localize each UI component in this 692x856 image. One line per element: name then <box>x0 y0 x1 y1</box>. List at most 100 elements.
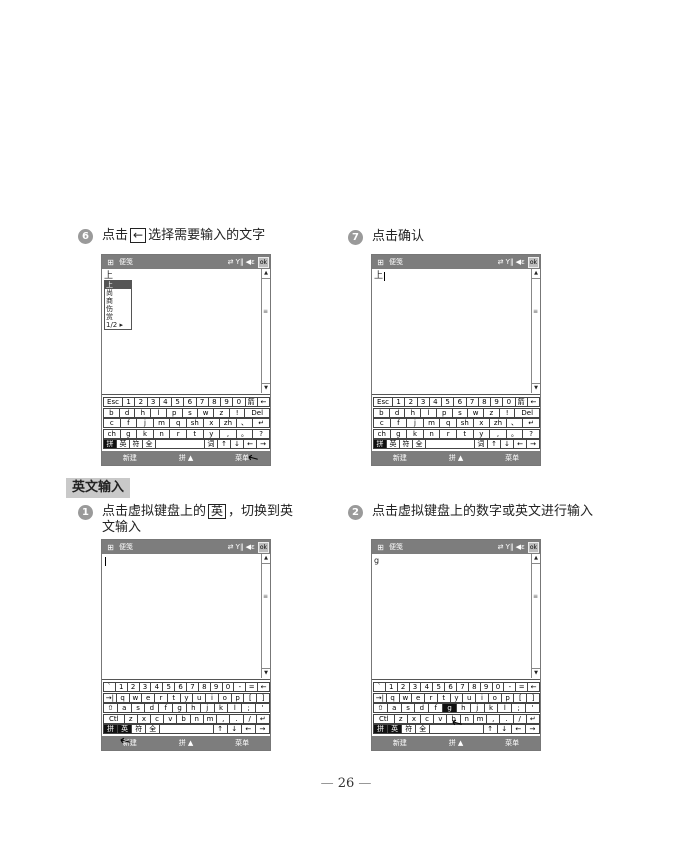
key-l[interactable]: l <box>150 407 167 418</box>
key-0[interactable]: 0 <box>232 397 246 407</box>
space-key[interactable] <box>425 439 475 450</box>
key-g[interactable]: g <box>119 428 138 439</box>
key-][interactable]: ] <box>256 692 270 703</box>
key-y[interactable]: y <box>202 428 221 439</box>
key-←[interactable]: ← <box>513 439 527 450</box>
key-;[interactable]: ; <box>241 703 257 714</box>
key-s[interactable]: s <box>400 703 416 714</box>
key-↵[interactable]: ↵ <box>255 713 270 724</box>
key-![interactable]: ! <box>498 407 516 418</box>
key-、[interactable]: 、 <box>235 418 254 429</box>
key-x[interactable]: x <box>202 418 221 429</box>
key-↵[interactable]: ↵ <box>252 418 270 429</box>
key-z[interactable]: z <box>123 713 138 724</box>
key-c[interactable]: c <box>420 713 435 724</box>
new-softkey[interactable]: 新建 <box>393 738 407 748</box>
key-3[interactable]: 3 <box>416 397 430 407</box>
key-g[interactable]: g <box>389 428 408 439</box>
key-8[interactable]: 8 <box>207 397 221 407</box>
key-.[interactable]: . <box>499 713 514 724</box>
key-s[interactable]: s <box>451 407 469 418</box>
key-m[interactable]: m <box>202 713 218 724</box>
key-1[interactable]: 1 <box>122 397 136 407</box>
key-→|[interactable]: →| <box>103 692 117 703</box>
key-x[interactable]: x <box>472 418 491 429</box>
key-Esc[interactable]: Esc <box>373 397 393 407</box>
candidate-list[interactable]: 上 尚 商 伤 赏 1/2 ▸ <box>104 280 132 330</box>
key-d[interactable]: d <box>118 407 136 418</box>
scroll-up-icon[interactable]: ▲ <box>532 269 540 279</box>
key-m[interactable]: m <box>422 418 441 429</box>
key-t[interactable]: t <box>166 692 181 703</box>
key-n[interactable]: n <box>422 428 441 439</box>
key-b[interactable]: b <box>176 713 191 724</box>
key-k[interactable]: k <box>406 428 424 439</box>
key-全[interactable]: 全 <box>415 724 431 735</box>
key-,[interactable]: , <box>216 713 231 724</box>
key-q[interactable]: q <box>439 418 457 429</box>
key-y[interactable]: y <box>179 692 194 703</box>
key-t[interactable]: t <box>455 428 474 439</box>
key-→|[interactable]: →| <box>373 692 387 703</box>
key-w[interactable]: w <box>467 407 485 418</box>
key-i[interactable]: i <box>475 692 489 703</box>
key-←[interactable]: ← <box>243 439 257 450</box>
key-d[interactable]: d <box>414 703 430 714</box>
key-拼[interactable]: 拼 <box>373 439 387 450</box>
key-2[interactable]: 2 <box>404 397 418 407</box>
scroll-up-icon[interactable]: ▲ <box>532 554 540 564</box>
key-w[interactable]: w <box>128 692 143 703</box>
key-e[interactable]: e <box>411 692 426 703</box>
key-p[interactable]: p <box>435 407 453 418</box>
key-b[interactable]: b <box>103 407 120 418</box>
key-f[interactable]: f <box>158 703 174 714</box>
key-h[interactable]: h <box>404 407 422 418</box>
key-5[interactable]: 5 <box>441 397 455 407</box>
key-Esc[interactable]: Esc <box>103 397 123 407</box>
candidate-item[interactable]: 上 <box>105 281 131 289</box>
scroll-thumb-icon[interactable]: ≡ <box>263 309 268 319</box>
key-箭[interactable]: 箭 <box>244 397 258 407</box>
key-p[interactable]: p <box>230 692 245 703</box>
menu-softkey[interactable]: 菜单 <box>505 738 519 748</box>
key-r[interactable]: r <box>424 692 438 703</box>
key-←[interactable]: ← <box>240 724 256 735</box>
key-r[interactable]: r <box>154 692 168 703</box>
key-Del[interactable]: Del <box>514 407 541 418</box>
key-ch[interactable]: ch <box>373 428 391 439</box>
key-f[interactable]: f <box>119 418 138 429</box>
space-key[interactable] <box>159 724 214 735</box>
key-v[interactable]: v <box>433 713 448 724</box>
candidate-item[interactable]: 尚 <box>105 289 131 297</box>
key-j[interactable]: j <box>199 703 215 714</box>
key-拼[interactable]: 拼 <box>103 724 119 735</box>
key-n[interactable]: n <box>189 713 204 724</box>
key-j[interactable]: j <box>136 418 154 429</box>
key-↓[interactable]: ↓ <box>496 724 512 735</box>
key-[[interactable]: [ <box>243 692 258 703</box>
key-c[interactable]: c <box>103 418 121 429</box>
ok-button[interactable]: ok <box>257 541 269 553</box>
key-v[interactable]: v <box>163 713 178 724</box>
menu-softkey[interactable]: 菜单 <box>235 738 249 748</box>
key-。[interactable]: 。 <box>235 428 254 439</box>
key-g[interactable]: g <box>442 703 457 714</box>
key-词[interactable]: 词 <box>474 439 488 450</box>
key-c[interactable]: c <box>373 418 391 429</box>
candidate-page[interactable]: 1/2 ▸ <box>105 321 131 329</box>
scroll-down-icon[interactable]: ▼ <box>532 383 540 393</box>
key-][interactable]: ] <box>526 692 540 703</box>
key-[[interactable]: [ <box>513 692 528 703</box>
key-全[interactable]: 全 <box>145 724 161 735</box>
key-l[interactable]: l <box>497 703 513 714</box>
key-←[interactable]: ← <box>256 397 270 407</box>
key-↑[interactable]: ↑ <box>212 724 228 735</box>
candidate-item[interactable]: 赏 <box>105 313 131 321</box>
key-b[interactable]: b <box>373 407 390 418</box>
key-拼[interactable]: 拼 <box>103 439 117 450</box>
key-↓[interactable]: ↓ <box>226 724 242 735</box>
key-z[interactable]: z <box>213 407 230 418</box>
key-h[interactable]: h <box>134 407 152 418</box>
key-2[interactable]: 2 <box>134 397 148 407</box>
windows-start-icon[interactable]: ⊞ <box>105 257 116 267</box>
